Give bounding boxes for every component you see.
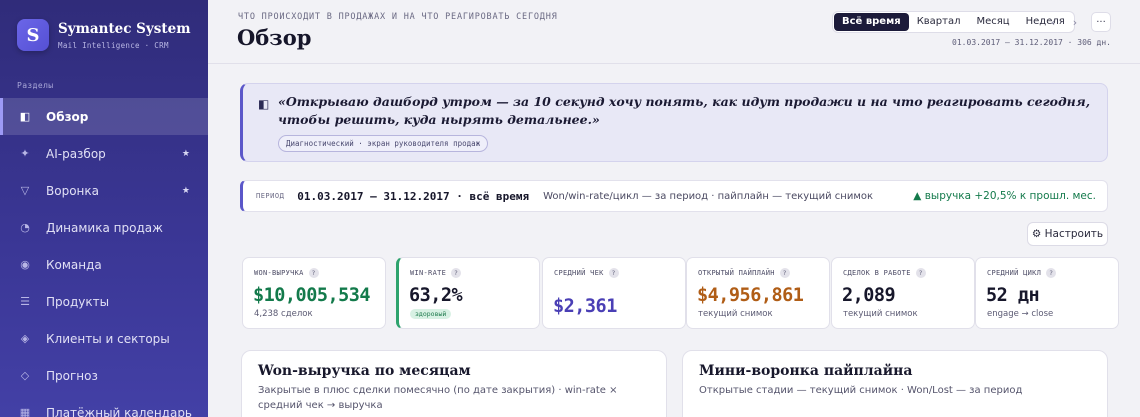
header-divider: [208, 63, 1140, 64]
kpi-card-average-check[interactable]: СРЕДНИЙ ЧЕК? $2,361: [542, 257, 686, 329]
sidebar-item-label: Динамика продаж: [46, 220, 163, 235]
period-month[interactable]: Месяц: [969, 13, 1018, 31]
list-icon: ☰: [20, 295, 30, 308]
period-range: 01.03.2017 — 31.12.2017 · всё время: [297, 189, 530, 203]
sidebar-nav: ◧ Обзор ✦ AI-разбор ★ ▽ Воронка ★ ◔ Дина…: [0, 98, 208, 417]
period-selector: Всё время Квартал Месяц Неделя: [832, 11, 1075, 33]
brand-subtitle: Mail Intelligence · CRM: [58, 40, 169, 50]
help-icon[interactable]: ?: [608, 268, 619, 278]
sidebar-item-payment-calendar[interactable]: ▦ Платёжный календарь: [0, 394, 208, 417]
kpi-value: 52 дн: [986, 285, 1040, 306]
kpi-subtext: текущий снимок: [843, 309, 918, 319]
funnel-icon: ▽: [20, 184, 30, 197]
panel-title: Won-выручка по месяцам: [258, 363, 471, 379]
sidebar-item-funnel[interactable]: ▽ Воронка ★: [0, 172, 208, 209]
sidebar-item-label: Клиенты и секторы: [46, 331, 170, 346]
panel-subtitle: Открытые стадии — текущий снимок · Won/L…: [699, 385, 1023, 396]
revenue-trend: ▲ выручка +20,5% к прошл. мес.: [913, 190, 1096, 202]
kpi-label: WIN-RATE?: [410, 268, 462, 278]
sidebar-item-overview[interactable]: ◧ Обзор: [0, 98, 208, 135]
next-period-icon[interactable]: ›: [1065, 12, 1085, 32]
prev-period-icon[interactable]: ‹: [1043, 12, 1063, 32]
sidebar-item-label: Команда: [46, 257, 102, 272]
sidebar-item-ai-analysis[interactable]: ✦ AI-разбор ★: [0, 135, 208, 172]
panel-title: Мини-воронка пайплайна: [699, 363, 913, 379]
help-icon[interactable]: ?: [915, 268, 926, 278]
kpi-label: СДЕЛОК В РАБОТЕ?: [843, 268, 926, 278]
kpi-card-open-pipeline[interactable]: ОТКРЫТЫЙ ПАЙПЛАЙН? $4,956,861 текущий сн…: [686, 257, 830, 329]
sidebar-item-forecast[interactable]: ◇ Прогноз: [0, 357, 208, 394]
kpi-value: 63,2%: [409, 285, 463, 306]
sidebar-item-sales-dynamics[interactable]: ◔ Динамика продаж: [0, 209, 208, 246]
sidebar-item-label: Обзор: [46, 109, 89, 124]
kpi-value: 2,089: [842, 285, 896, 306]
kpi-label: СРЕДНИЙ ЦИКЛ?: [987, 268, 1057, 278]
user-story-tag: Диагностический · экран руководителя про…: [278, 135, 489, 152]
kpi-label: ОТКРЫТЫЙ ПАЙПЛАЙН?: [698, 268, 790, 278]
kpi-card-won-revenue[interactable]: WON-ВЫРУЧКА? $10,005,534 4,238 сделок: [242, 257, 386, 329]
calendar-icon: ▦: [19, 406, 31, 417]
star-icon: ★: [181, 185, 190, 196]
overview-icon: ◧: [19, 110, 31, 123]
diamond-icon: ◈: [20, 332, 30, 345]
period-label: ПЕРИОД: [256, 192, 285, 200]
sidebar-item-label: Прогноз: [46, 368, 98, 383]
panel-icon: ◧: [258, 97, 270, 111]
forecast-icon: ◇: [20, 369, 30, 382]
brand-name: Symantec System: [58, 20, 191, 37]
page-eyebrow: ЧТО ПРОИСХОДИТ В ПРОДАЖАХ И НА ЧТО РЕАГИ…: [238, 12, 558, 22]
kpi-subtext: 4,238 сделок: [254, 309, 313, 319]
kpi-subtext: engage → close: [987, 309, 1054, 319]
sparkle-icon: ✦: [20, 147, 30, 160]
kpi-label: WON-ВЫРУЧКА?: [254, 268, 319, 278]
user-story-banner: ◧ «Открываю дашборд утром — за 10 секунд…: [240, 83, 1108, 162]
kpi-label: СРЕДНИЙ ЧЕК?: [554, 268, 619, 278]
configure-button[interactable]: ⚙ Настроить: [1027, 222, 1108, 246]
help-icon[interactable]: ?: [451, 268, 462, 278]
star-icon: ★: [181, 148, 190, 159]
help-icon[interactable]: ?: [1046, 268, 1057, 278]
status-badge: здоровый: [410, 309, 452, 319]
sidebar: S Symantec System Mail Intelligence · CR…: [0, 0, 208, 417]
kpi-value: $4,956,861: [697, 285, 804, 306]
kpi-value: $10,005,534: [253, 285, 371, 306]
kpi-card-average-cycle[interactable]: СРЕДНИЙ ЦИКЛ? 52 дн engage → close: [975, 257, 1119, 329]
period-strip: ПЕРИОД 01.03.2017 — 31.12.2017 · всё вре…: [240, 180, 1108, 212]
more-icon[interactable]: ···: [1091, 12, 1111, 32]
brand-logo: S: [17, 19, 49, 51]
sidebar-item-label: Воронка: [46, 183, 99, 198]
sidebar-item-label: AI-разбор: [46, 146, 106, 161]
date-range: 01.03.2017 — 31.12.2017 · 306 дн.: [952, 38, 1111, 47]
sidebar-item-label: Продукты: [46, 294, 110, 309]
sidebar-item-label: Платёжный календарь: [46, 405, 193, 417]
sidebar-item-clients-sectors[interactable]: ◈ Клиенты и секторы: [0, 320, 208, 357]
period-quarter[interactable]: Квартал: [909, 13, 969, 31]
page-title: Обзор: [237, 25, 312, 50]
period-note: Won/win-rate/цикл — за период · пайплайн…: [543, 190, 874, 202]
brand[interactable]: S Symantec System Mail Intelligence · CR…: [17, 19, 191, 51]
kpi-card-deals-in-progress[interactable]: СДЕЛОК В РАБОТЕ? 2,089 текущий снимок: [831, 257, 975, 329]
sidebar-item-team[interactable]: ◉ Команда: [0, 246, 208, 283]
kpi-value: $2,361: [553, 296, 617, 317]
period-all-time[interactable]: Всё время: [834, 13, 909, 31]
sidebar-item-products[interactable]: ☰ Продукты: [0, 283, 208, 320]
panel-subtitle: Закрытые в плюс сделки помесячно (по дат…: [258, 385, 618, 411]
team-icon: ◉: [20, 258, 30, 271]
kpi-card-win-rate[interactable]: WIN-RATE? 63,2% здоровый: [396, 257, 540, 329]
user-story-quote: «Открываю дашборд утром — за 10 секунд х…: [278, 94, 1091, 127]
monthly-won-revenue-panel: Won-выручка по месяцам Закрытые в плюс с…: [241, 350, 667, 417]
kpi-subtext: текущий снимок: [698, 309, 773, 319]
pie-chart-icon: ◔: [20, 221, 30, 234]
sidebar-section-label: Разделы: [17, 81, 54, 90]
pipeline-funnel-panel: Мини-воронка пайплайна Открытые стадии —…: [682, 350, 1108, 417]
help-icon[interactable]: ?: [308, 268, 319, 278]
help-icon[interactable]: ?: [779, 268, 790, 278]
